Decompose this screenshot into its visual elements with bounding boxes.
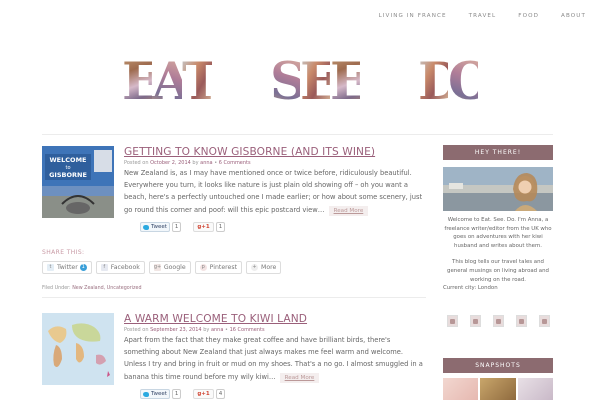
filed-prefix: Filed Under: bbox=[42, 286, 71, 291]
share-twitter-button[interactable]: t Twitter 1 bbox=[42, 261, 92, 274]
post-excerpt: Apart from the fact that they make great… bbox=[124, 334, 426, 383]
meta-prefix: Posted on bbox=[124, 327, 149, 333]
nav-travel[interactable]: TRAVEL bbox=[469, 13, 497, 19]
sidebar-hey-there-heading: HEY THERE! bbox=[443, 145, 553, 160]
world-map-thumbnail-image bbox=[42, 313, 114, 385]
pinterest-profile-icon[interactable] bbox=[493, 315, 504, 327]
author-photo-image bbox=[443, 167, 553, 211]
twitter-icon: t bbox=[47, 264, 54, 271]
snapshot-image[interactable] bbox=[517, 378, 553, 400]
share-google-label: Google bbox=[163, 264, 186, 271]
logo-word-do: DO bbox=[418, 52, 492, 112]
post-comments-link[interactable]: 6 Comments bbox=[219, 160, 251, 166]
google-plus-icon: g+ bbox=[153, 264, 162, 271]
sidebar-social-links bbox=[447, 315, 550, 327]
logo-letter: T bbox=[182, 52, 220, 112]
nav-food[interactable]: FOOD bbox=[518, 13, 539, 19]
share-this-label: SHARE THIS: bbox=[42, 249, 85, 256]
nav-about[interactable]: ABOUT bbox=[561, 13, 586, 19]
more-icon: + bbox=[251, 264, 258, 271]
post-author[interactable]: anna bbox=[211, 327, 223, 333]
share-pinterest-button[interactable]: p Pinterest bbox=[194, 261, 242, 274]
google-plus-count: 4 bbox=[215, 389, 226, 399]
meta-by: by bbox=[192, 160, 199, 166]
site-logo[interactable]: EAT SEE DO bbox=[122, 52, 492, 112]
filed-categories[interactable]: New Zealand, Uncategorized bbox=[72, 286, 141, 291]
google-plus-button[interactable]: g+1 bbox=[193, 222, 214, 232]
excerpt-text: New Zealand is, as I may have mentioned … bbox=[124, 169, 423, 214]
post-thumbnail[interactable]: WELCOME to GISBORNE bbox=[42, 146, 114, 218]
logo-letter: S bbox=[270, 52, 307, 112]
read-more-button[interactable]: Read More bbox=[328, 205, 369, 216]
tweet-label: Tweet bbox=[151, 224, 167, 230]
post-excerpt: New Zealand is, as I may have mentioned … bbox=[124, 167, 426, 216]
share-google-button[interactable]: g+ Google bbox=[148, 261, 191, 274]
share-twitter-badge: 1 bbox=[79, 264, 87, 271]
share-buttons: t Twitter 1 f Facebook g+ Google p Pinte… bbox=[42, 261, 282, 274]
post-divider bbox=[42, 297, 426, 298]
logo-letter: D bbox=[418, 52, 462, 112]
about-text: Welcome to Eat. See. Do. I'm Anna, a fre… bbox=[443, 216, 553, 293]
share-facebook-button[interactable]: f Facebook bbox=[95, 261, 145, 274]
post-social-counters: Tweet 1 g+1 1 bbox=[140, 222, 226, 232]
post-meta: Posted on September 23, 2014 by anna • 1… bbox=[124, 327, 265, 333]
current-city: Current city: London bbox=[443, 285, 498, 292]
post-title-link[interactable]: GETTING TO KNOW GISBORNE (AND ITS WINE) bbox=[124, 146, 375, 158]
share-twitter-label: Twitter bbox=[57, 264, 78, 271]
logo-letter: E bbox=[300, 52, 339, 112]
meta-prefix: Posted on bbox=[124, 160, 149, 166]
post-social-counters: Tweet 1 g+1 4 bbox=[140, 389, 226, 399]
snapshot-image[interactable] bbox=[480, 378, 516, 400]
tweet-count: 1 bbox=[171, 222, 182, 232]
content-divider bbox=[42, 134, 553, 135]
excerpt-text: Apart from the fact that they make great… bbox=[124, 336, 423, 381]
svg-text:WELCOME: WELCOME bbox=[50, 156, 87, 164]
post-date[interactable]: October 2, 2014 bbox=[150, 160, 191, 166]
twitter-bird-icon bbox=[143, 391, 149, 397]
instagram-profile-icon[interactable] bbox=[516, 315, 527, 327]
sidebar-snapshots-heading: SNAPSHOTS bbox=[443, 358, 553, 373]
snapshot-image[interactable] bbox=[443, 378, 479, 400]
share-more-button[interactable]: + More bbox=[246, 261, 282, 274]
email-profile-icon[interactable] bbox=[539, 315, 550, 327]
post-thumbnail[interactable] bbox=[42, 313, 114, 385]
sidebar: HEY THERE! Welcome to Eat. See. Do. I'm … bbox=[443, 145, 553, 400]
top-navigation: LIVING IN FRANCE TRAVEL FOOD ABOUT bbox=[357, 13, 586, 19]
gisborne-thumbnail-image: WELCOME to GISBORNE bbox=[42, 146, 114, 218]
logo-letter: A bbox=[152, 52, 192, 112]
logo-letter: E bbox=[330, 52, 369, 112]
read-more-button[interactable]: Read More bbox=[279, 372, 320, 383]
share-facebook-label: Facebook bbox=[110, 264, 140, 271]
author-photo bbox=[443, 167, 553, 211]
tweet-button[interactable]: Tweet bbox=[140, 389, 170, 399]
google-plus-button[interactable]: g+1 bbox=[193, 389, 214, 399]
snapshot-grid bbox=[443, 378, 553, 400]
google-plus-count: 1 bbox=[215, 222, 226, 232]
logo-word-see: SEE bbox=[270, 52, 369, 112]
post-meta: Posted on October 2, 2014 by anna • 6 Co… bbox=[124, 160, 251, 166]
about-paragraph: This blog tells our travel tales and gen… bbox=[447, 259, 549, 283]
facebook-icon: f bbox=[100, 264, 108, 271]
tweet-label: Tweet bbox=[151, 391, 167, 397]
logo-word-eat: EAT bbox=[122, 52, 220, 112]
tweet-button[interactable]: Tweet bbox=[140, 222, 170, 232]
post-comments-link[interactable]: 16 Comments bbox=[230, 327, 265, 333]
logo-letter: O bbox=[448, 52, 492, 112]
twitter-profile-icon[interactable] bbox=[447, 315, 458, 327]
facebook-profile-icon[interactable] bbox=[470, 315, 481, 327]
pinterest-icon: p bbox=[199, 264, 207, 271]
svg-text:GISBORNE: GISBORNE bbox=[49, 171, 87, 179]
nav-living-in-france[interactable]: LIVING IN FRANCE bbox=[379, 13, 447, 19]
post-author[interactable]: anna bbox=[200, 160, 212, 166]
tweet-count: 1 bbox=[171, 389, 182, 399]
filed-under: Filed Under: New Zealand, Uncategorized bbox=[42, 286, 142, 291]
about-paragraph: Welcome to Eat. See. Do. I'm Anna, a fre… bbox=[444, 217, 552, 249]
share-more-label: More bbox=[261, 264, 277, 271]
post-title-link[interactable]: A WARM WELCOME TO KIWI LAND bbox=[124, 313, 307, 325]
twitter-bird-icon bbox=[143, 224, 149, 230]
share-pinterest-label: Pinterest bbox=[209, 264, 237, 271]
post-date[interactable]: September 23, 2014 bbox=[150, 327, 202, 333]
meta-by: by bbox=[203, 327, 210, 333]
logo-letter: E bbox=[122, 52, 161, 112]
